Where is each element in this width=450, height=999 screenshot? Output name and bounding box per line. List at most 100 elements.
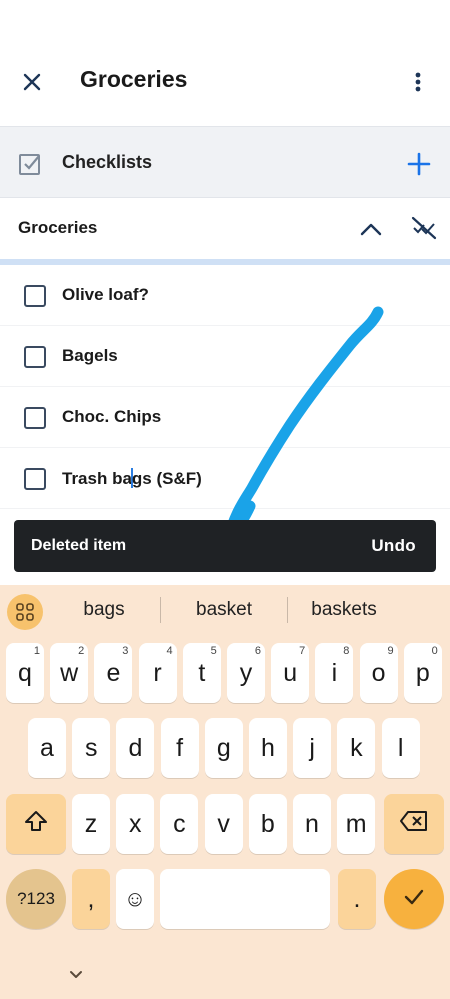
grid-icon[interactable] — [7, 594, 43, 630]
key-h[interactable]: h — [249, 718, 287, 778]
list-item[interactable]: Trash bags (S&F) — [0, 448, 450, 509]
key-number-hint: 2 — [78, 645, 85, 657]
key-label: r — [153, 658, 162, 687]
key-number-hint: 8 — [343, 645, 350, 657]
key-label: t — [198, 658, 206, 687]
key-label: h — [261, 733, 275, 762]
chevron-down-icon[interactable] — [66, 968, 86, 982]
key-l[interactable]: l — [381, 718, 420, 778]
checklists-header: Checklists — [0, 126, 450, 198]
key-w[interactable]: w2 — [50, 643, 89, 703]
keyboard: bags basket baskets ?123 , ☺ . q1w2e3r4t… — [0, 585, 450, 999]
shift-key[interactable] — [6, 794, 66, 854]
item-label[interactable]: Choc. Chips — [62, 407, 161, 427]
app-bar: Groceries — [0, 0, 450, 126]
key-label: g — [216, 733, 231, 762]
list-item[interactable]: Olive loaf? — [0, 265, 450, 326]
snackbar: Deleted item Undo — [14, 520, 436, 572]
key-y[interactable]: y6 — [227, 643, 265, 703]
list-item[interactable]: Choc. Chips — [0, 387, 450, 448]
key-label: n — [305, 809, 319, 838]
key-u[interactable]: u7 — [271, 643, 310, 703]
item-checkbox[interactable] — [24, 285, 46, 307]
key-label: c — [173, 809, 186, 838]
key-p[interactable]: p0 — [403, 643, 442, 703]
suggestion-3[interactable]: baskets — [300, 599, 388, 621]
item-checkbox[interactable] — [24, 346, 46, 368]
key-label: u — [283, 658, 298, 687]
key-e[interactable]: e3 — [94, 643, 133, 703]
enter-key[interactable] — [384, 869, 444, 929]
key-m[interactable]: m — [337, 794, 376, 854]
key-label: l — [397, 733, 404, 762]
item-label-editing[interactable]: Trash bags (S&F) — [62, 468, 202, 489]
key-z[interactable]: z — [72, 794, 110, 854]
key-s[interactable]: s — [72, 718, 111, 778]
key-label: o — [371, 658, 386, 687]
item-label[interactable]: Olive loaf? — [62, 285, 149, 305]
plus-icon[interactable] — [404, 149, 434, 179]
check-icon — [402, 885, 426, 914]
backspace-key[interactable] — [384, 794, 444, 854]
item-checkbox[interactable] — [24, 468, 46, 490]
period-key[interactable]: . — [338, 869, 376, 929]
key-label: v — [217, 809, 230, 838]
key-g[interactable]: g — [204, 718, 243, 778]
hide-checked-icon[interactable] — [408, 212, 440, 244]
chevron-up-icon[interactable] — [356, 214, 386, 244]
checklists-label: Checklists — [62, 152, 153, 172]
key-number-hint: 0 — [431, 645, 438, 657]
checkbox-icon — [18, 152, 42, 176]
key-b[interactable]: b — [248, 794, 287, 854]
suggestion-1[interactable]: bags — [64, 599, 144, 621]
undo-button[interactable]: Undo — [371, 536, 416, 556]
key-label: k — [350, 733, 363, 762]
suggestion-divider — [160, 597, 161, 623]
key-x[interactable]: x — [116, 794, 155, 854]
key-number-hint: 1 — [33, 645, 40, 657]
key-r[interactable]: r4 — [138, 643, 177, 703]
key-k[interactable]: k — [337, 718, 376, 778]
suggestion-2[interactable]: basket — [180, 599, 268, 621]
key-label: i — [331, 658, 338, 687]
space-key[interactable] — [160, 869, 330, 929]
item-text-before-cursor: Trash ba — [62, 469, 132, 488]
key-number-hint: 7 — [299, 645, 306, 657]
emoji-key[interactable]: ☺ — [116, 869, 154, 929]
key-label: z — [84, 809, 98, 838]
key-label: y — [239, 658, 253, 687]
key-label: j — [309, 733, 315, 762]
comma-key[interactable]: , — [72, 869, 110, 929]
item-checkbox[interactable] — [24, 407, 46, 429]
key-label: a — [40, 733, 54, 762]
key-o[interactable]: o9 — [359, 643, 398, 703]
key-label: w — [60, 658, 79, 687]
key-number-hint: 4 — [166, 645, 173, 657]
key-label: x — [128, 809, 142, 838]
key-label: q — [18, 658, 32, 687]
key-number-hint: 9 — [387, 645, 394, 657]
close-icon[interactable] — [14, 64, 50, 100]
key-j[interactable]: j — [293, 718, 332, 778]
key-a[interactable]: a — [28, 718, 66, 778]
key-t[interactable]: t5 — [182, 643, 221, 703]
key-number-hint: 5 — [210, 645, 217, 657]
checklist-group-header: Groceries — [0, 198, 450, 260]
key-v[interactable]: v — [204, 794, 243, 854]
key-n[interactable]: n — [293, 794, 331, 854]
more-vert-icon[interactable] — [400, 64, 436, 100]
key-q[interactable]: q1 — [6, 643, 44, 703]
item-label[interactable]: Bagels — [62, 346, 118, 366]
checklist-title[interactable]: Groceries — [18, 218, 97, 238]
key-i[interactable]: i8 — [315, 643, 354, 703]
page-title: Groceries — [80, 66, 188, 92]
key-c[interactable]: c — [160, 794, 199, 854]
key-number-hint: 3 — [122, 645, 129, 657]
key-label: e — [106, 658, 121, 687]
symbols-key[interactable]: ?123 — [6, 869, 66, 929]
key-d[interactable]: d — [116, 718, 155, 778]
key-f[interactable]: f — [160, 718, 199, 778]
list-item[interactable]: Bagels — [0, 326, 450, 387]
key-label: f — [176, 733, 184, 762]
shift-icon — [23, 809, 49, 840]
